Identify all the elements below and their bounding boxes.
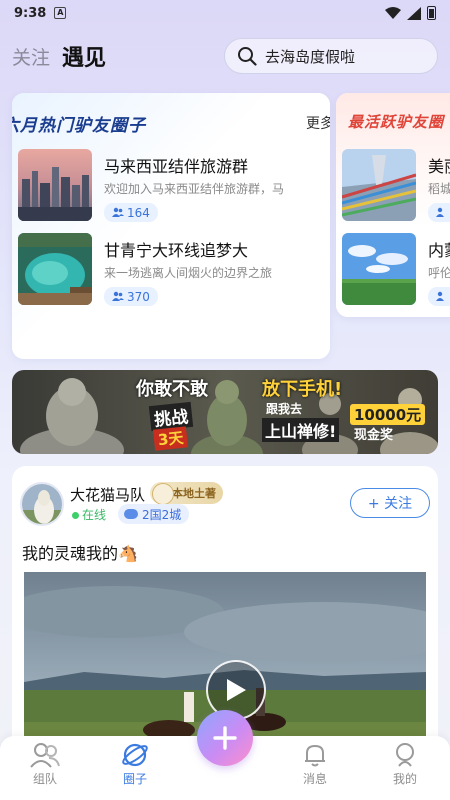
nav-label: 组队 <box>32 772 57 786</box>
group-item[interactable]: 马来西亚结伴旅游群 欢迎加入马来西亚结伴旅游群，马 164 <box>18 149 318 225</box>
nav-messages[interactable]: 消息 <box>280 742 350 787</box>
wifi-icon <box>385 6 401 19</box>
status-bar: 9:38 A <box>0 0 450 26</box>
group-item[interactable]: 甘青宁大环线追梦大 来一场逃离人间烟火的边界之旅 370 <box>18 233 318 309</box>
tab-meet[interactable]: 遇见 <box>62 40 106 72</box>
member-count-badge <box>428 287 450 306</box>
nav-team[interactable]: 组队 <box>10 742 80 787</box>
planet-icon <box>122 743 148 767</box>
notification-icon: A <box>54 7 67 19</box>
group-name: 内蒙 <box>428 241 450 260</box>
bottom-nav: 组队 圈子 消息 我的 <box>0 710 450 800</box>
group-thumbnail <box>342 233 416 305</box>
online-status: 在线 <box>82 508 107 522</box>
group-name: 美丽 <box>428 157 450 176</box>
promo-banner[interactable]: 你敢不敢 放下手机! 挑战 3天 跟我去 上山禅修! 10000元 现金奖 <box>12 370 438 454</box>
banner-cash: 现金奖 <box>354 428 394 443</box>
status-icons <box>385 6 436 20</box>
banner-challenge: 挑战 <box>148 401 194 432</box>
online-status-dot <box>72 512 79 519</box>
nav-label: 我的 <box>392 772 417 786</box>
hot-groups-card: 六月热门驴友圈子 更多 马来西亚结伴旅游群 欢迎加入马来西亚结伴旅游群，马 16… <box>12 93 330 359</box>
group-thumbnail <box>18 233 92 305</box>
bell-icon <box>305 744 325 767</box>
group-desc: 呼伦 <box>428 266 450 280</box>
group-item[interactable]: 内蒙 呼伦 <box>342 233 450 309</box>
search-input[interactable]: 去海岛度假啦 <box>224 38 438 74</box>
member-count: 370 <box>127 289 150 304</box>
members-icon <box>112 291 124 301</box>
team-icon <box>30 743 60 768</box>
banner-follow: 跟我去 <box>266 402 303 416</box>
active-groups-title: 最活跃驴友圈 <box>348 113 445 131</box>
group-name: 马来西亚结伴旅游群 <box>104 157 249 176</box>
member-count-badge: 164 <box>104 203 158 222</box>
members-icon <box>436 291 444 301</box>
banner-prize: 10000元 <box>350 404 426 425</box>
group-desc: 稻城 <box>428 182 450 196</box>
hot-groups-title: 六月热门驴友圈子 <box>12 116 146 136</box>
banner-title-highlight: 放下手机! <box>262 379 343 400</box>
nav-label: 圈子 <box>122 772 147 786</box>
search-placeholder: 去海岛度假啦 <box>265 47 356 66</box>
member-count-badge <box>428 203 450 222</box>
post-text: 我的灵魂我的🐴 <box>22 544 138 563</box>
search-icon <box>238 47 257 66</box>
banner-title: 你敢不敢 <box>136 379 208 400</box>
members-icon <box>436 207 444 217</box>
banner-mountain: 上山禅修! <box>262 418 340 442</box>
group-desc: 来一场逃离人间烟火的边界之旅 <box>104 266 273 280</box>
group-item[interactable]: 美丽 稻城 <box>342 149 450 225</box>
group-thumbnail <box>18 149 92 221</box>
nav-label: 消息 <box>302 772 327 786</box>
status-time: 9:38 <box>14 5 47 21</box>
member-count: 164 <box>127 205 150 220</box>
hot-groups-more-link[interactable]: 更多 <box>306 113 330 133</box>
follow-button[interactable]: + 关注 <box>350 488 430 518</box>
group-desc: 欢迎加入马来西亚结伴旅游群，马 <box>104 182 285 196</box>
tab-follow[interactable]: 关注 <box>12 43 50 70</box>
members-icon <box>112 207 124 217</box>
nav-profile[interactable]: 我的 <box>370 742 440 787</box>
local-badge: 本地土著 <box>150 482 223 505</box>
signal-icon <box>407 6 421 20</box>
plus-icon <box>213 726 237 750</box>
header: 关注 遇见 去海岛度假啦 <box>0 38 450 74</box>
post-username[interactable]: 大花猫马队 <box>70 484 145 505</box>
add-post-button[interactable] <box>197 710 253 766</box>
group-name: 甘青宁大环线追梦大 <box>104 241 249 260</box>
countries-badge: 2国2城 <box>118 504 190 524</box>
member-count-badge: 370 <box>104 287 158 306</box>
active-groups-card: 最活跃驴友圈 美丽 稻城 <box>336 93 450 317</box>
banner-days: 3天 <box>152 426 189 451</box>
group-thumbnail <box>342 149 416 221</box>
battery-icon <box>427 6 436 20</box>
avatar[interactable] <box>20 482 64 526</box>
profile-icon <box>396 743 414 767</box>
nav-circle[interactable]: 圈子 <box>100 742 170 787</box>
